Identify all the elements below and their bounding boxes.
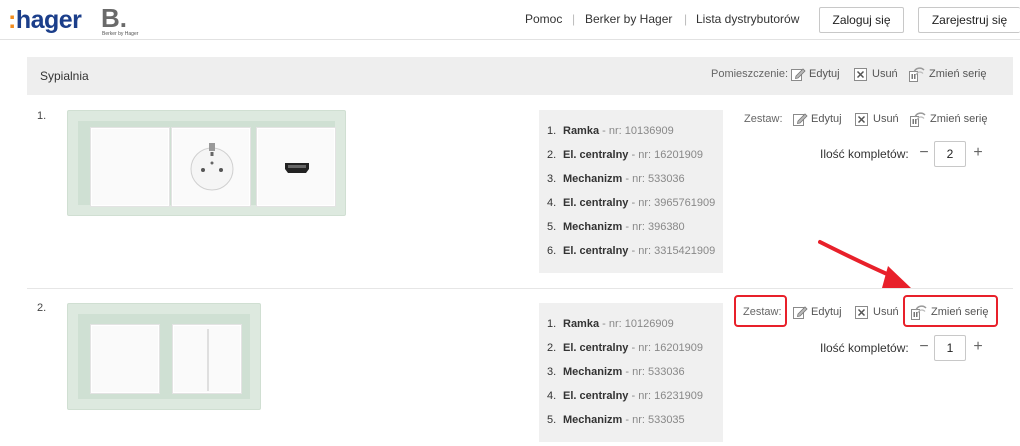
list-item: 5. Mechanizm - nr: 533035: [547, 414, 685, 426]
hdmi-port-icon: [285, 163, 309, 173]
set-1-parts-list: 1. Ramka - nr: 10136909 2. El. centralny -…: [539, 110, 723, 273]
register-button[interactable]: Zarejestruj się: [918, 7, 1020, 33]
set-1-qty-label: Ilość kompletów:: [820, 147, 909, 161]
room-header: Sypialnia Pomieszczenie: Edytuj Usuń Zmi…: [27, 57, 1013, 95]
nav-link-distributors[interactable]: Lista dystrybutorów: [696, 12, 799, 26]
set-1-qty-increment[interactable]: +: [972, 145, 984, 161]
room-delete-label: Usuń: [872, 68, 898, 80]
nav-separator: |: [684, 12, 688, 26]
list-item: 3. Mechanizm - nr: 533036: [547, 366, 685, 378]
room-change-series-label: Zmień serię: [929, 68, 987, 80]
set-number: 2.: [37, 302, 47, 314]
blank-cover-tile: [90, 324, 160, 394]
set-2-qty-increment[interactable]: +: [972, 339, 984, 355]
hager-logo[interactable]: :hager: [8, 6, 82, 35]
set-1-change-series-button[interactable]: Zmień serię: [909, 111, 987, 127]
delete-icon: [854, 68, 867, 81]
nav-link-pomoc[interactable]: Pomoc: [525, 12, 562, 26]
set-1-qty-input[interactable]: 2: [934, 141, 966, 167]
edit-icon: [791, 68, 806, 81]
edit-icon: [793, 306, 808, 319]
list-item: 3. Mechanizm - nr: 533036: [547, 173, 685, 185]
blank-cover-tile: [90, 127, 170, 207]
double-switch-icon: [207, 329, 209, 391]
berker-logo-subtitle: Berker by Hager: [102, 31, 139, 37]
hdmi-tile: [256, 127, 336, 207]
set-2-qty-label: Ilość kompletów:: [820, 341, 909, 355]
room-edit-label: Edytuj: [809, 68, 840, 80]
set-1-edit-button[interactable]: Edytuj: [792, 111, 842, 127]
set-1-preview-image: [67, 110, 346, 216]
list-item: 4. El. centralny - nr: 16231909: [547, 390, 704, 402]
annotation-arrow: [818, 240, 911, 288]
edit-icon: [793, 113, 808, 126]
change-series-icon: [910, 112, 926, 127]
set-2-preview-image: [67, 303, 261, 410]
list-item: 1. Ramka - nr: 10136909: [547, 125, 674, 137]
list-item: 1. Ramka - nr: 10126909: [547, 318, 674, 330]
set-2-qty-input[interactable]: 1: [934, 335, 966, 361]
nav-link-berker[interactable]: Berker by Hager: [585, 12, 672, 26]
double-switch-tile: [172, 324, 242, 394]
set-1-change-series-label: Zmień serię: [930, 113, 988, 125]
delete-icon: [855, 306, 868, 319]
room-label: Pomieszczenie:: [711, 68, 789, 80]
login-button[interactable]: Zaloguj się: [819, 7, 904, 33]
room-title: Sypialnia: [40, 69, 89, 83]
delete-icon: [855, 113, 868, 126]
room-delete-button[interactable]: Usuń: [853, 66, 898, 82]
set-2-edit-label: Edytuj: [811, 306, 842, 318]
set-1-qty-decrement[interactable]: −: [918, 145, 930, 161]
room-edit-button[interactable]: Edytuj: [790, 66, 840, 82]
berker-logo[interactable]: B. Berker by Hager: [101, 5, 153, 37]
list-item: 5. Mechanizm - nr: 396380: [547, 221, 685, 233]
list-item: 2. El. centralny - nr: 16201909: [547, 149, 704, 161]
socket-tile: [171, 127, 251, 207]
annotation-highlight-change-series: [903, 295, 998, 327]
list-item: 2. El. centralny - nr: 16201909: [547, 342, 704, 354]
nav-separator: |: [572, 12, 576, 26]
set-2-delete-label: Usuń: [873, 306, 899, 318]
set-2-parts-list: 1. Ramka - nr: 10126909 2. El. centralny -…: [539, 303, 723, 442]
set-1-delete-label: Usuń: [873, 113, 899, 125]
socket-icon: [190, 143, 234, 191]
room-change-series-button[interactable]: Zmień serię: [908, 66, 986, 82]
set-1-edit-label: Edytuj: [811, 113, 842, 125]
site-header: :hager B. Berker by Hager Pomoc | Berker…: [0, 0, 1020, 40]
set-2-delete-button[interactable]: Usuń: [854, 304, 899, 320]
set-2-qty-decrement[interactable]: −: [918, 339, 930, 355]
set-2-edit-button[interactable]: Edytuj: [792, 304, 842, 320]
set-1-label: Zestaw:: [744, 113, 783, 125]
list-item: 4. El. centralny - nr: 3965761909: [547, 197, 716, 209]
set-1-delete-button[interactable]: Usuń: [854, 111, 899, 127]
change-series-icon: [909, 67, 925, 82]
list-item: 6. El. centralny - nr: 3315421909: [547, 245, 716, 257]
annotation-highlight-zestaw: [734, 295, 787, 327]
set-number: 1.: [37, 110, 47, 122]
